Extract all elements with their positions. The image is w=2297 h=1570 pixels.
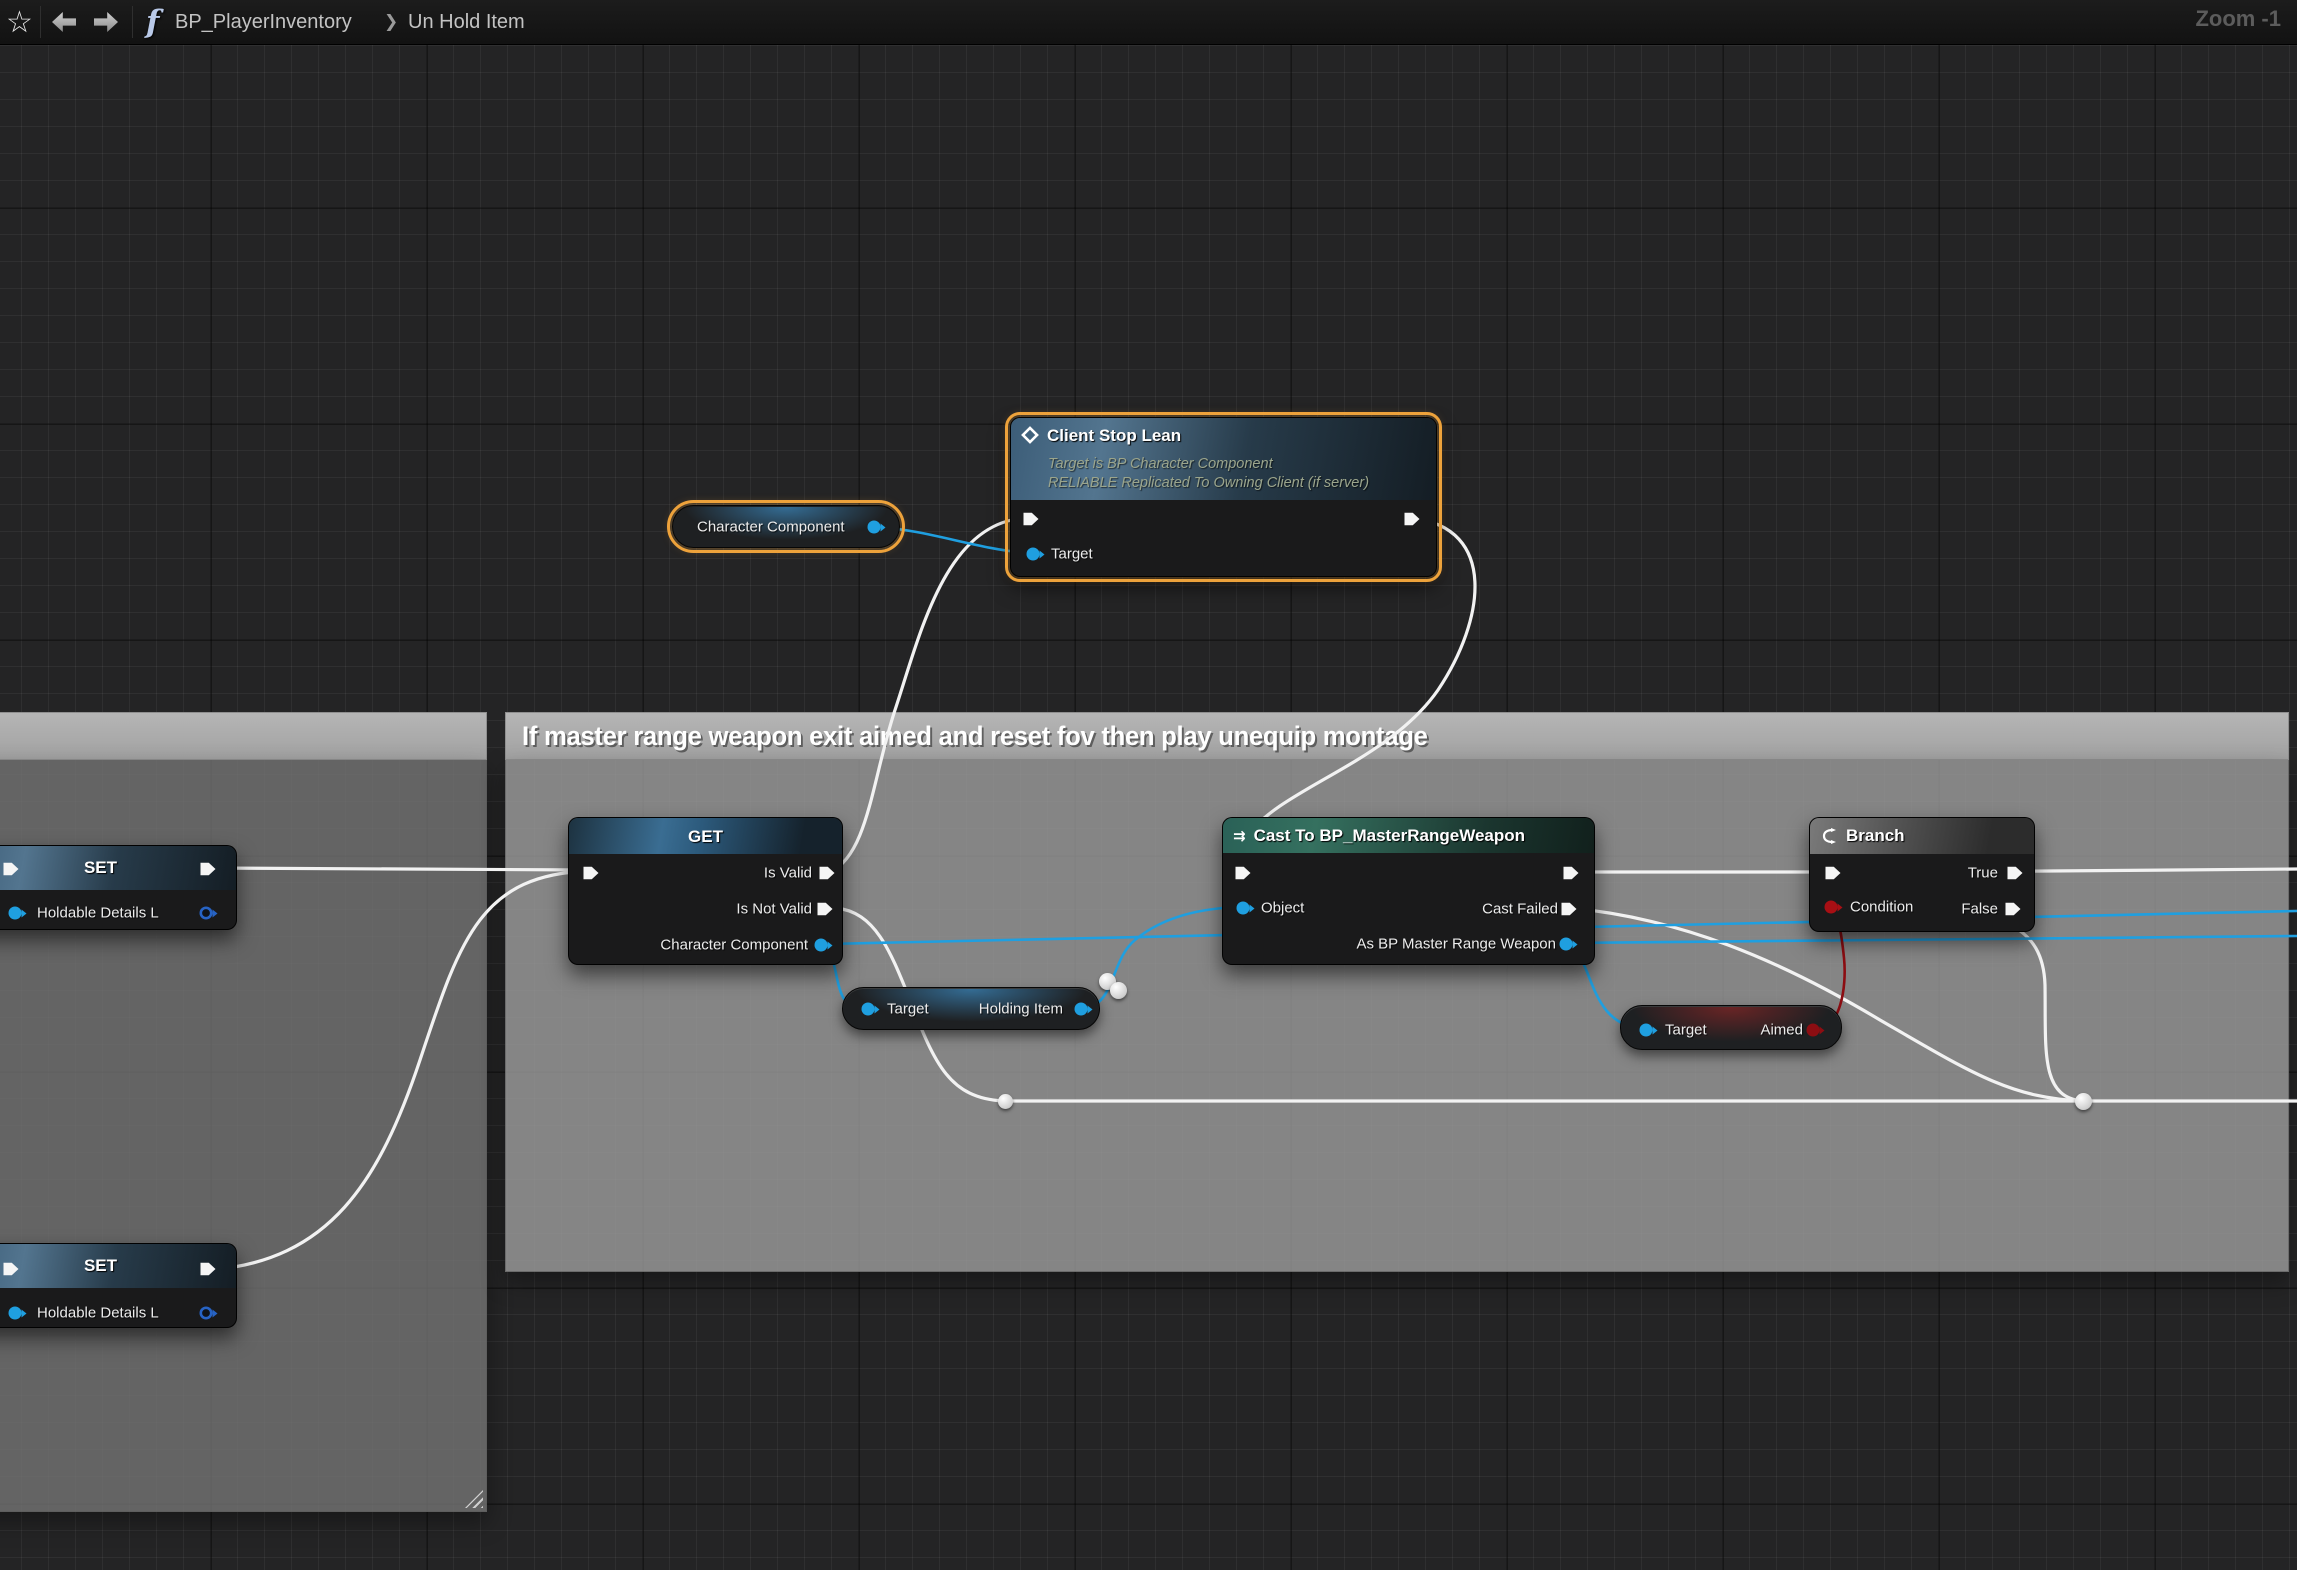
comment-box-main: If master range weapon exit aimed and re…	[505, 712, 2289, 1272]
comment-box-left	[0, 712, 487, 1512]
comment-main-header[interactable]: If master range weapon exit aimed and re…	[505, 712, 2289, 760]
true-exec-out-pin[interactable]	[2008, 866, 2023, 881]
get-validated-node[interactable]: GET Is Valid Is Not Valid Character Comp…	[568, 817, 843, 965]
condition-in-pin[interactable]	[1825, 901, 1838, 914]
target-label: Target	[887, 1001, 929, 1018]
favorite-star-icon[interactable]: ☆	[6, 0, 33, 44]
target-in-pin[interactable]	[1640, 1024, 1653, 1037]
branch-icon	[1820, 828, 1838, 844]
as-bp-master-range-weapon-label: As BP Master Range Weapon	[1356, 936, 1556, 953]
object-in-pin[interactable]	[1237, 902, 1250, 915]
character-component-out-pin[interactable]	[815, 939, 828, 952]
reroute-node-hover[interactable]	[1110, 982, 1127, 999]
forward-arrow-icon	[94, 12, 118, 32]
character-component-out-pin[interactable]	[868, 521, 881, 534]
cast-node-title: Cast To BP_MasterRangeWeapon	[1254, 826, 1525, 846]
client-stop-lean-subtitle-2: RELIABLE Replicated To Owning Client (if…	[1048, 474, 1369, 493]
reroute-node[interactable]	[2075, 1093, 2092, 1110]
breadcrumb-blueprint-name[interactable]: BP_PlayerInventory	[175, 0, 352, 44]
client-stop-lean-node[interactable]: Client Stop Lean Target is BP Character …	[1010, 417, 1437, 577]
is-valid-exec-out-pin[interactable]	[820, 866, 835, 881]
holdable-details-label: Holdable Details L	[37, 1305, 159, 1322]
false-label: False	[1961, 901, 1998, 918]
exec-in-pin[interactable]	[1024, 512, 1039, 527]
is-valid-label: Is Valid	[764, 865, 812, 882]
set-node-bottom[interactable]: SET Holdable Details L	[0, 1243, 237, 1328]
aimed-getter[interactable]: Target Aimed	[1620, 1005, 1842, 1050]
nav-back-button[interactable]	[52, 0, 76, 44]
cast-arrows-icon: ⇉	[1233, 827, 1246, 845]
target-label: Target	[1051, 546, 1093, 563]
branch-node[interactable]: Branch True Condition False	[1809, 817, 2035, 932]
holding-item-label: Holding Item	[979, 1001, 1063, 1018]
cast-failed-exec-out-pin[interactable]	[1562, 902, 1577, 917]
set-node-top[interactable]: SET Holdable Details L	[0, 845, 237, 930]
blueprint-graph-canvas[interactable]: Zoom -1 If master range weapon exit aime…	[0, 0, 2297, 1570]
as-bp-master-range-weapon-out-pin[interactable]	[1560, 938, 1573, 951]
get-node-title: GET	[569, 827, 842, 847]
back-arrow-icon	[52, 12, 76, 32]
exec-in-pin[interactable]	[1236, 866, 1251, 881]
cast-node-header: ⇉ Cast To BP_MasterRangeWeapon	[1223, 818, 1594, 853]
holdable-details-out-pin[interactable]	[200, 907, 213, 920]
aimed-out-pin[interactable]	[1807, 1024, 1820, 1037]
cast-to-bp-masterrangeweapon-node[interactable]: ⇉ Cast To BP_MasterRangeWeapon Object Ca…	[1222, 817, 1595, 965]
character-component-label: Character Component	[697, 519, 845, 536]
holdable-details-out-pin[interactable]	[200, 1307, 213, 1320]
exec-in-pin[interactable]	[1826, 866, 1841, 881]
comment-left-header[interactable]	[0, 712, 487, 760]
character-component-out-label: Character Component	[660, 937, 808, 954]
toolbar-divider	[40, 6, 41, 38]
nav-forward-button[interactable]	[94, 0, 118, 44]
exec-in-pin[interactable]	[584, 866, 599, 881]
toolbar-divider	[132, 6, 133, 38]
client-stop-lean-subtitle-1: Target is BP Character Component	[1048, 455, 1273, 474]
exec-out-pin[interactable]	[1564, 866, 1579, 881]
object-label: Object	[1261, 900, 1304, 917]
breadcrumb-function-name[interactable]: Un Hold Item	[408, 0, 525, 44]
aimed-label: Aimed	[1760, 1022, 1803, 1039]
breadcrumb-chevron-icon: ❯	[384, 0, 398, 44]
zoom-level-label: Zoom -1	[2195, 6, 2281, 32]
client-stop-lean-title: Client Stop Lean	[1047, 426, 1181, 446]
breadcrumb-toolbar: ☆ f BP_PlayerInventory ❯ Un Hold Item	[0, 0, 2297, 45]
is-not-valid-label: Is Not Valid	[736, 901, 812, 918]
holding-item-out-pin[interactable]	[1075, 1003, 1088, 1016]
reroute-node[interactable]	[998, 1094, 1013, 1109]
exec-out-pin[interactable]	[1405, 512, 1420, 527]
branch-node-title: Branch	[1846, 826, 1905, 846]
holdable-details-in-pin[interactable]	[9, 1307, 22, 1320]
comment-main-title: If master range weapon exit aimed and re…	[522, 721, 1428, 752]
cast-failed-label: Cast Failed	[1482, 901, 1558, 918]
comment-resize-handle[interactable]	[465, 1490, 483, 1508]
true-label: True	[1968, 865, 1998, 882]
holdable-details-label: Holdable Details L	[37, 905, 159, 922]
target-in-pin[interactable]	[1027, 548, 1040, 561]
holdable-details-in-pin[interactable]	[9, 907, 22, 920]
is-not-valid-exec-out-pin[interactable]	[818, 902, 833, 917]
target-in-pin[interactable]	[862, 1003, 875, 1016]
holding-item-getter[interactable]: Target Holding Item	[842, 987, 1100, 1030]
false-exec-out-pin[interactable]	[2006, 902, 2021, 917]
character-component-getter[interactable]: Character Component	[672, 505, 900, 548]
target-label: Target	[1665, 1022, 1707, 1039]
function-icon: f	[146, 0, 159, 44]
condition-label: Condition	[1850, 899, 1913, 916]
event-diamond-icon	[1021, 426, 1039, 444]
branch-node-header: Branch	[1810, 818, 2034, 854]
